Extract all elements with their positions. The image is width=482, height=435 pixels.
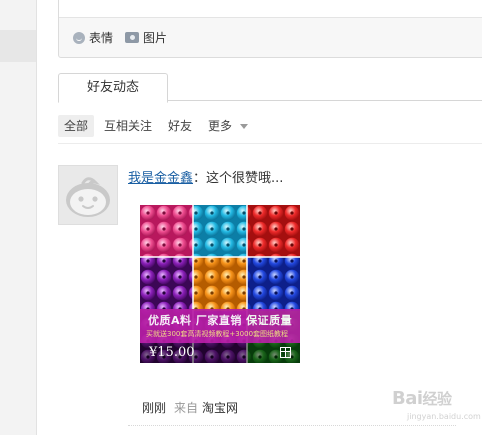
photo-label: 图片 <box>143 31 168 45</box>
tab-friend-feed[interactable]: 好友动态 <box>58 73 168 103</box>
watermark-url: jingyan.baidu.com <box>407 412 481 421</box>
filter-friends[interactable]: 好友 <box>162 115 198 137</box>
gift-icon[interactable] <box>280 347 291 358</box>
filter-mutual-follow[interactable]: 互相关注 <box>98 115 158 137</box>
emoji-label: 表情 <box>89 31 114 45</box>
author-link[interactable]: 我是金金鑫 <box>128 171 193 186</box>
smiley-icon <box>73 31 85 44</box>
watermark-text: Bai <box>392 388 423 409</box>
product-banner: 优质A料 厂家直销 保证质量 买就送300套高清视频教程+3000套图纸教程 <box>140 309 300 343</box>
default-avatar-icon <box>59 166 117 224</box>
chevron-down-icon <box>240 124 249 129</box>
price-bar: ¥15.00 <box>140 343 300 363</box>
product-banner-title: 优质A料 厂家直销 保证质量 <box>148 314 293 327</box>
product-price: ¥15.00 <box>149 345 195 360</box>
feed-item-content: 这个很赞哦... <box>206 171 284 186</box>
emoji-button[interactable]: 表情 <box>73 29 113 46</box>
product-banner-subtitle: 买就送300套高清视频教程+3000套图纸教程 <box>146 330 289 338</box>
feed-item-divider <box>128 425 456 426</box>
filter-all[interactable]: 全部 <box>58 115 95 137</box>
feed-item-text: 我是金金鑫：这个很赞哦... <box>128 167 283 186</box>
filter-divider <box>58 143 482 144</box>
from-label: 来自 <box>174 401 199 415</box>
post-time: 刚刚 <box>142 401 167 415</box>
source-link[interactable]: 淘宝网 <box>202 401 238 415</box>
feed-filter-bar: 全部 互相关注 好友 更多 <box>58 114 258 138</box>
camera-icon <box>125 32 139 43</box>
feed-item-meta: 刚刚 来自 淘宝网 <box>142 399 238 416</box>
author-separator: ： <box>193 171 207 186</box>
filter-more[interactable]: 更多 <box>202 115 254 137</box>
left-sidebar-selected-item[interactable] <box>0 30 36 62</box>
watermark-logo: Bai经验 <box>392 388 452 409</box>
filter-more-label: 更多 <box>208 119 233 133</box>
left-sidebar <box>0 0 37 435</box>
product-image[interactable]: 优质A料 厂家直销 保证质量 买就送300套高清视频教程+3000套图纸教程 ¥… <box>140 205 300 363</box>
post-composer: 表情 图片 <box>58 0 482 58</box>
photo-button[interactable]: 图片 <box>125 29 167 46</box>
avatar[interactable] <box>58 165 118 225</box>
composer-textarea[interactable] <box>59 0 482 18</box>
watermark-text-2: 经验 <box>422 390 453 408</box>
